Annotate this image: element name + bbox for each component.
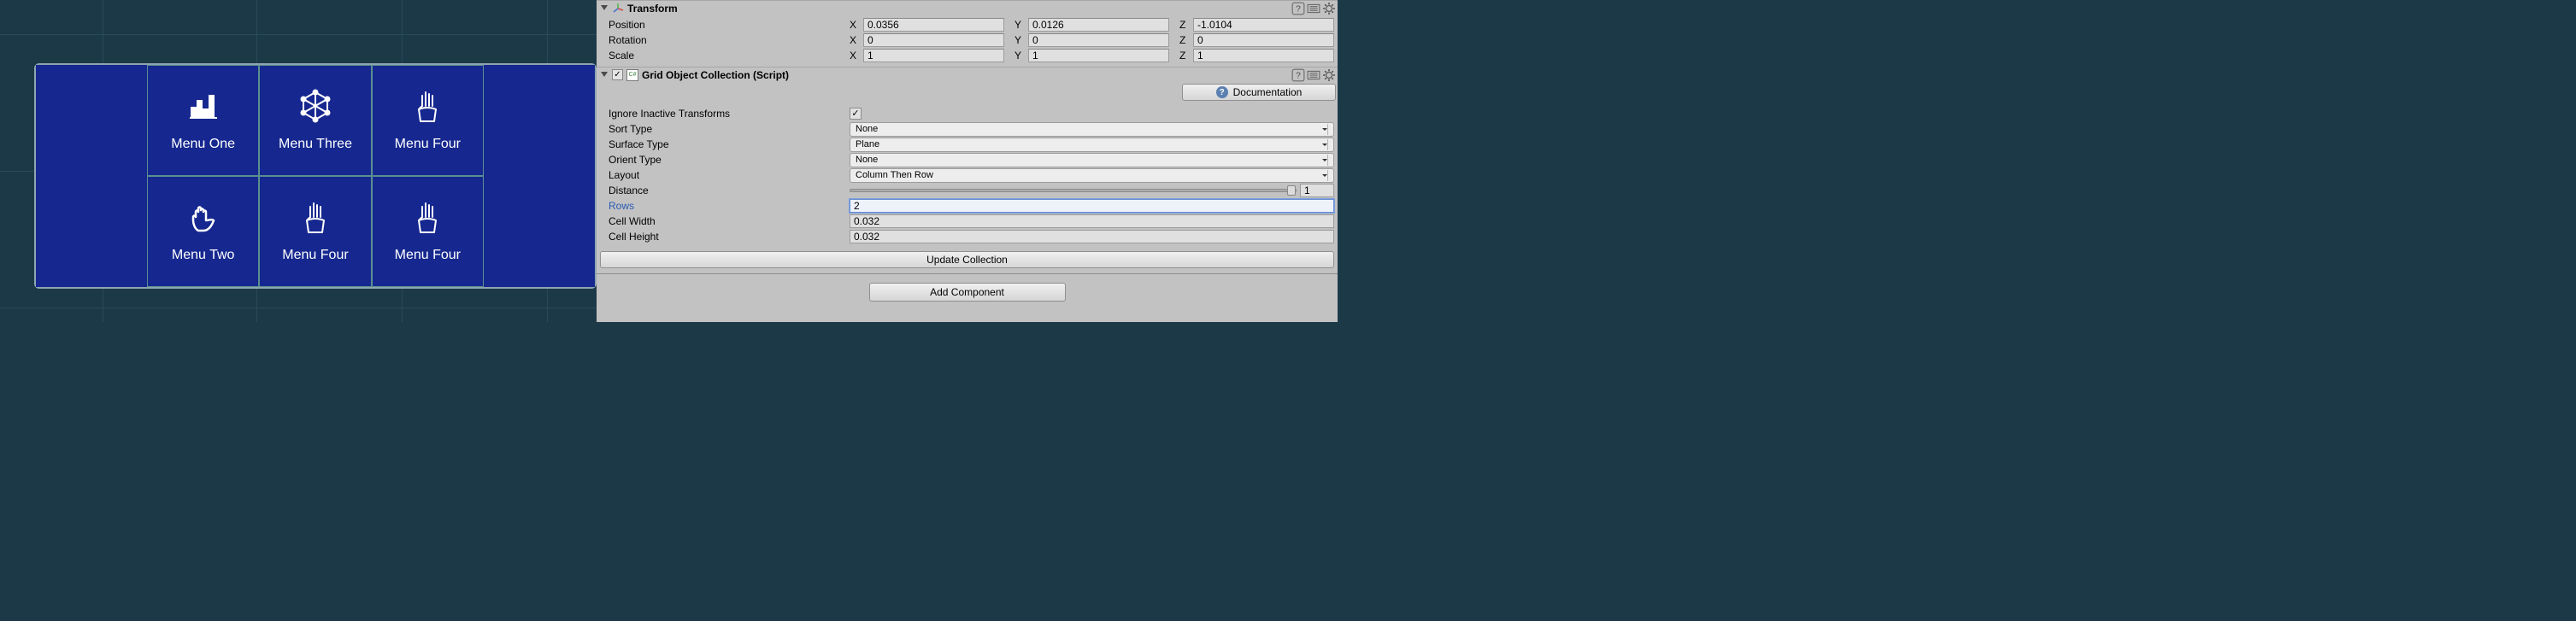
- rotation-y-field[interactable]: [1028, 33, 1169, 47]
- transform-icon: [612, 3, 624, 15]
- grid-collection-body: Ignore Inactive Transforms Sort Type Non…: [597, 104, 1338, 248]
- distance-label: Distance: [600, 185, 846, 196]
- component-title: Transform: [627, 3, 678, 15]
- sort-type-dropdown[interactable]: None: [850, 122, 1334, 137]
- rotation-label: Rotation: [600, 34, 846, 46]
- layout-dropdown[interactable]: Column Then Row: [850, 168, 1334, 183]
- cell-height-label: Cell Height: [600, 231, 846, 243]
- dropdown-value: Plane: [856, 139, 879, 149]
- menu-button-three[interactable]: Menu Three: [259, 65, 371, 176]
- menu-button-label: Menu Three: [279, 137, 352, 152]
- axis-z-label[interactable]: Z: [1179, 34, 1193, 46]
- slider-thumb[interactable]: [1287, 185, 1296, 196]
- foldout-toggle[interactable]: [600, 71, 609, 79]
- transform-body: Position X Y Z Rotation X Y Z Scale X Y …: [597, 15, 1338, 67]
- box3d-icon: [298, 89, 332, 123]
- cell-width-label: Cell Width: [600, 215, 846, 227]
- menu-button-label: Menu Four: [282, 248, 348, 263]
- axis-x-label[interactable]: X: [850, 19, 863, 31]
- position-x-field[interactable]: [863, 18, 1004, 32]
- documentation-label: Documentation: [1233, 86, 1303, 98]
- dropdown-value: None: [856, 155, 878, 165]
- axis-x-label[interactable]: X: [850, 50, 863, 62]
- scale-z-field[interactable]: [1193, 49, 1334, 62]
- scene-view[interactable]: Menu One Menu Three Menu Four: [0, 0, 597, 322]
- rows-label: Rows: [600, 200, 846, 212]
- hand-up-icon: [410, 89, 444, 123]
- gear-icon[interactable]: [1322, 68, 1336, 82]
- axis-z-label[interactable]: Z: [1179, 19, 1193, 31]
- ignore-inactive-checkbox[interactable]: [850, 108, 862, 120]
- position-z-field[interactable]: [1193, 18, 1334, 32]
- hand-stop-icon: [186, 200, 221, 234]
- hand-up-icon: [298, 200, 332, 234]
- menu-button-two[interactable]: Menu Two: [147, 176, 259, 287]
- menu-button-label: Menu Four: [395, 137, 461, 152]
- component-title: Grid Object Collection (Script): [642, 69, 789, 81]
- layout-label: Layout: [600, 169, 846, 181]
- menu-grid: Menu One Menu Three Menu Four: [147, 65, 484, 287]
- surface-type-label: Surface Type: [600, 138, 846, 150]
- rotation-x-field[interactable]: [863, 33, 1004, 47]
- cell-height-field[interactable]: [850, 230, 1334, 243]
- menu-button-four-a[interactable]: Menu Four: [372, 65, 484, 176]
- scale-x-field[interactable]: [863, 49, 1004, 62]
- position-label: Position: [600, 19, 846, 31]
- menu-button-one[interactable]: Menu One: [147, 65, 259, 176]
- preset-icon[interactable]: [1307, 68, 1320, 82]
- svg-text:?: ?: [1296, 71, 1301, 80]
- gear-icon[interactable]: [1322, 2, 1336, 15]
- menu-button-label: Menu Two: [172, 248, 235, 263]
- grid-collection-header[interactable]: ✓ C# Grid Object Collection (Script) ?: [597, 67, 1338, 82]
- add-component-button[interactable]: Add Component: [869, 283, 1066, 302]
- transform-header[interactable]: Transform ?: [597, 0, 1338, 15]
- scale-y-field[interactable]: [1028, 49, 1169, 62]
- preset-icon[interactable]: [1307, 2, 1320, 15]
- position-y-field[interactable]: [1028, 18, 1169, 32]
- update-collection-button[interactable]: Update Collection: [600, 251, 1334, 268]
- surface-type-dropdown[interactable]: Plane: [850, 138, 1334, 152]
- distance-slider[interactable]: [850, 189, 1297, 192]
- menu-panel[interactable]: Menu One Menu Three Menu Four: [34, 63, 597, 289]
- help-disc-icon: ?: [1216, 86, 1228, 98]
- menu-button-four-b[interactable]: Menu Four: [259, 176, 371, 287]
- menu-button-four-c[interactable]: Menu Four: [372, 176, 484, 287]
- scale-label: Scale: [600, 50, 846, 62]
- bars-icon: [186, 89, 221, 123]
- menu-button-label: Menu Four: [395, 248, 461, 263]
- help-icon[interactable]: ?: [1291, 68, 1305, 82]
- axis-z-label[interactable]: Z: [1179, 50, 1193, 62]
- csharp-script-icon: C#: [626, 69, 638, 81]
- axis-x-label[interactable]: X: [850, 34, 863, 46]
- menu-button-label: Menu One: [171, 137, 235, 152]
- documentation-button[interactable]: ? Documentation: [1182, 84, 1336, 101]
- menu-panel-right-pad: [484, 65, 595, 287]
- help-icon[interactable]: ?: [1291, 2, 1305, 15]
- hand-up-icon: [410, 200, 444, 234]
- dropdown-value: Column Then Row: [856, 170, 933, 180]
- dropdown-value: None: [856, 124, 878, 134]
- distance-value-field[interactable]: [1300, 184, 1334, 197]
- rows-field[interactable]: [850, 199, 1334, 213]
- axis-y-label[interactable]: Y: [1015, 19, 1028, 31]
- axis-y-label[interactable]: Y: [1015, 50, 1028, 62]
- update-collection-label: Update Collection: [926, 254, 1008, 266]
- add-component-label: Add Component: [930, 286, 1004, 298]
- foldout-toggle[interactable]: [600, 4, 609, 13]
- axis-y-label[interactable]: Y: [1015, 34, 1028, 46]
- orient-type-label: Orient Type: [600, 154, 846, 166]
- menu-panel-left-pad: [36, 65, 147, 287]
- component-enable-checkbox[interactable]: ✓: [612, 69, 623, 80]
- cell-width-field[interactable]: [850, 214, 1334, 228]
- sort-type-label: Sort Type: [600, 123, 846, 135]
- orient-type-dropdown[interactable]: None: [850, 153, 1334, 167]
- inspector-panel: Transform ? Position X Y Z Rotation X Y …: [597, 0, 1338, 322]
- svg-text:?: ?: [1296, 4, 1301, 14]
- ignore-inactive-label: Ignore Inactive Transforms: [600, 108, 846, 120]
- rotation-z-field[interactable]: [1193, 33, 1334, 47]
